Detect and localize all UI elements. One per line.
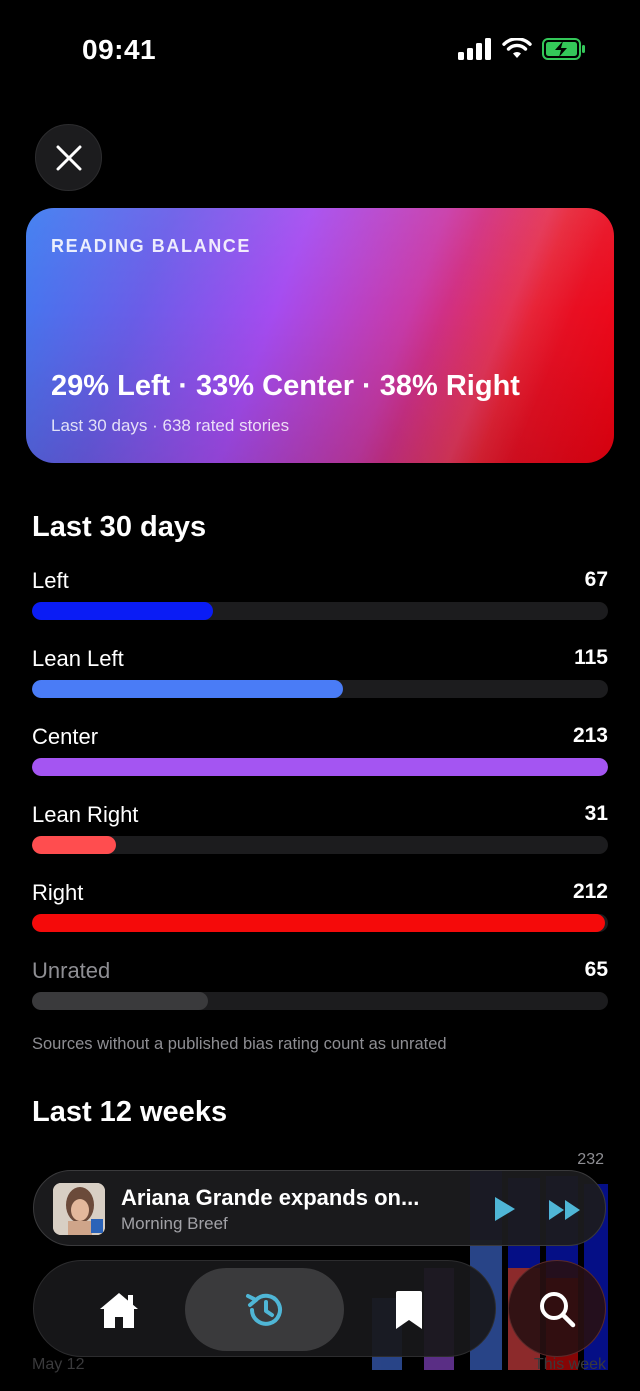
bias-bar-fill bbox=[32, 758, 608, 776]
fast-forward-icon[interactable] bbox=[547, 1197, 583, 1223]
close-icon bbox=[56, 145, 81, 170]
balance-headline: 29% Left · 33% Center · 38% Right bbox=[51, 370, 520, 402]
search-icon bbox=[540, 1291, 576, 1327]
bookmark-icon bbox=[396, 1290, 422, 1329]
bias-bar-count: 31 bbox=[584, 802, 608, 825]
balance-subtitle: Last 30 days · 638 rated stories bbox=[51, 416, 290, 435]
bias-bar-count: 213 bbox=[572, 724, 608, 747]
history-icon bbox=[245, 1293, 282, 1326]
section-title-30-days: Last 30 days bbox=[32, 511, 207, 543]
bias-bar-row: Center 213 bbox=[32, 724, 608, 802]
bias-bar-row: Lean Right 31 bbox=[32, 802, 608, 880]
bias-bar-row: Left 67 bbox=[32, 568, 608, 646]
status-icons bbox=[458, 38, 586, 60]
cellular-signal-icon bbox=[458, 38, 491, 60]
bias-bar-label: Lean Right bbox=[32, 802, 139, 827]
bias-bar-track bbox=[32, 914, 608, 932]
tab-home[interactable] bbox=[64, 1261, 174, 1358]
tab-history[interactable] bbox=[185, 1261, 344, 1358]
bias-bar-row: Right 212 bbox=[32, 880, 608, 958]
episode-source: Morning Breef bbox=[121, 1214, 228, 1233]
battery-charging-icon bbox=[542, 38, 585, 60]
bias-bar-fill bbox=[32, 836, 117, 854]
bias-bar-fill bbox=[32, 914, 606, 932]
play-icon[interactable] bbox=[487, 1193, 519, 1225]
bias-bar-label: Center bbox=[32, 724, 99, 749]
bias-bar-label: Unrated bbox=[32, 958, 111, 983]
reading-balance-card: READING BALANCE 29% Left · 33% Center · … bbox=[26, 208, 614, 463]
bias-bar-track bbox=[32, 602, 608, 620]
bias-bar-track bbox=[32, 992, 608, 1010]
tab-bar bbox=[33, 1260, 496, 1357]
bias-bar-track bbox=[32, 836, 608, 854]
weeks-axis-start: May 12 bbox=[32, 1356, 85, 1373]
bias-bar-fill bbox=[32, 602, 213, 620]
bias-bar-count: 115 bbox=[574, 646, 608, 669]
bias-bar-count: 67 bbox=[584, 568, 608, 591]
bias-bar-label: Left bbox=[32, 568, 69, 593]
search-button[interactable] bbox=[508, 1260, 606, 1357]
now-playing-bar[interactable]: Ariana Grande expands on... Morning Bree… bbox=[33, 1170, 606, 1246]
bias-bar-fill bbox=[32, 992, 208, 1010]
bias-bar-label: Lean Left bbox=[32, 646, 124, 671]
close-button[interactable] bbox=[35, 124, 102, 191]
episode-title: Ariana Grande expands on... bbox=[121, 1185, 420, 1210]
wifi-icon bbox=[502, 38, 532, 58]
episode-artwork bbox=[53, 1183, 105, 1235]
bias-bar-track bbox=[32, 680, 608, 698]
status-bar: 09:41 bbox=[0, 0, 640, 100]
card-eyebrow: READING BALANCE bbox=[51, 236, 252, 256]
tab-saved[interactable] bbox=[354, 1261, 464, 1358]
bias-bar-fill bbox=[32, 680, 344, 698]
section-title-12-weeks: Last 12 weeks bbox=[32, 1096, 228, 1128]
bias-bar-label: Right bbox=[32, 880, 84, 905]
bias-bar-row: Unrated 65 bbox=[32, 958, 608, 1036]
bias-bar-row: Lean Left 115 bbox=[32, 646, 608, 724]
status-time: 09:41 bbox=[82, 34, 157, 65]
weeks-axis-end: This week bbox=[533, 1356, 606, 1373]
home-icon bbox=[100, 1292, 138, 1328]
unrated-note: Sources without a published bias rating … bbox=[32, 1035, 447, 1053]
bias-bar-list: Left 67 Lean Left 115 Center 213 Lean Right 31 R… bbox=[32, 568, 608, 1036]
bias-bar-track bbox=[32, 758, 608, 776]
bias-bar-count: 65 bbox=[584, 958, 608, 981]
bias-bar-count: 212 bbox=[572, 880, 608, 903]
